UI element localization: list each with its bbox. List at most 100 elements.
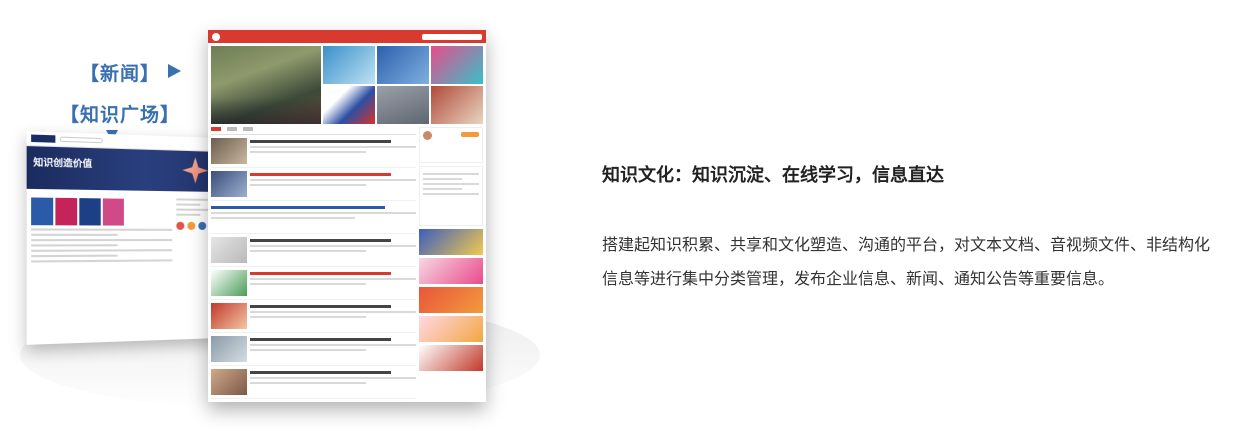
kb-text-line	[31, 254, 118, 258]
hero-photo	[323, 46, 375, 84]
kb-text-line	[31, 239, 173, 242]
news-body	[208, 124, 486, 399]
kb-tile	[55, 197, 78, 226]
kb-main-column	[31, 193, 173, 266]
news-thumbnail	[211, 270, 247, 296]
kb-text-line	[176, 213, 201, 216]
hero-photo	[323, 86, 375, 124]
news-title-line	[250, 371, 392, 374]
news-title-line	[250, 173, 392, 176]
sidebar-ad-banner	[419, 316, 483, 342]
news-item	[211, 237, 416, 267]
hero-photo	[431, 46, 483, 84]
news-desc-line	[423, 188, 463, 190]
sidebar-ad-banner	[419, 229, 483, 255]
knowledge-plaza-screenshot: 知识创造价值	[26, 131, 220, 345]
news-tab	[227, 127, 237, 131]
news-text	[250, 237, 416, 264]
news-item	[211, 171, 416, 201]
news-desc-line	[250, 184, 367, 186]
news-hero	[211, 46, 483, 124]
news-desc-line	[250, 250, 367, 252]
news-tabs	[211, 127, 416, 135]
news-desc-line	[423, 183, 479, 185]
news-sidebar	[419, 127, 483, 396]
sidebar-link-box	[419, 166, 483, 226]
avatar	[423, 131, 432, 140]
news-desc-line	[250, 146, 416, 148]
news-desc-line	[250, 377, 416, 379]
news-desc-line	[250, 151, 367, 153]
feature-title: 知识文化：知识沉淀、在线学习，信息直达	[602, 165, 944, 186]
news-item	[211, 270, 416, 300]
news-desc-line	[250, 283, 367, 285]
news-desc-line	[250, 349, 367, 351]
sidebar-ad-banner	[419, 258, 483, 284]
kb-text-line	[31, 259, 173, 263]
kb-text-line	[176, 203, 201, 206]
hero-photo	[377, 86, 429, 124]
arrow-right-icon	[168, 64, 181, 78]
news-header	[208, 30, 486, 43]
news-text	[211, 204, 416, 231]
kb-text-line	[31, 233, 118, 236]
news-logo	[212, 32, 220, 41]
profile-action-button	[461, 132, 479, 137]
news-tab	[211, 127, 221, 131]
news-desc-line	[250, 245, 416, 247]
news-title-line	[250, 239, 392, 242]
profile-card	[419, 127, 483, 163]
news-portal-screenshot	[208, 30, 486, 402]
news-thumbnail	[211, 303, 247, 329]
news-thumbnail	[211, 138, 247, 164]
hero-photo	[377, 46, 429, 84]
news-thumbnail	[211, 171, 247, 197]
news-list	[211, 127, 416, 399]
kb-body	[27, 189, 220, 270]
sidebar-ad-banner	[419, 287, 483, 313]
news-desc-line	[250, 179, 416, 181]
news-desc-line	[250, 311, 416, 313]
news-title-line	[211, 206, 386, 209]
kb-text-line	[31, 244, 118, 247]
news-text	[250, 270, 416, 297]
kb-logo	[31, 134, 56, 143]
kb-tile	[102, 198, 124, 226]
kb-tile	[79, 198, 101, 226]
news-desc-line	[211, 212, 416, 214]
news-thumbnail	[211, 369, 247, 395]
kb-text-line	[31, 249, 173, 252]
news-desc-line	[250, 344, 416, 346]
news-desc-line	[423, 173, 479, 175]
news-desc-line	[423, 193, 479, 195]
kb-text-line	[31, 228, 173, 231]
news-callout-label: 【新闻】	[80, 63, 161, 85]
news-text	[250, 171, 416, 198]
news-desc-line	[250, 382, 367, 384]
news-item	[211, 138, 416, 168]
news-text	[250, 303, 416, 330]
news-item	[211, 336, 416, 366]
news-title-line	[250, 305, 392, 308]
kb-banner: 知识创造价值	[26, 146, 220, 192]
news-text	[250, 369, 416, 396]
news-item	[211, 204, 416, 234]
hero-photo-grid	[323, 46, 483, 124]
news-desc-line	[211, 217, 355, 219]
news-item	[211, 303, 416, 333]
news-title-line	[250, 272, 392, 275]
news-text	[250, 138, 416, 165]
avatar	[176, 221, 185, 230]
hero-photo	[431, 86, 483, 124]
news-thumbnail	[211, 336, 247, 362]
news-tab	[243, 127, 253, 131]
knowledge-callout-label: 【知识广场】	[60, 104, 181, 126]
avatar	[198, 221, 207, 230]
news-desc-line	[423, 178, 463, 180]
sidebar-ad-banner	[419, 345, 483, 371]
avatar	[187, 221, 196, 230]
news-search-box	[422, 33, 482, 40]
kb-search-box	[59, 136, 103, 144]
kb-tile	[31, 197, 54, 226]
news-text	[250, 336, 416, 363]
